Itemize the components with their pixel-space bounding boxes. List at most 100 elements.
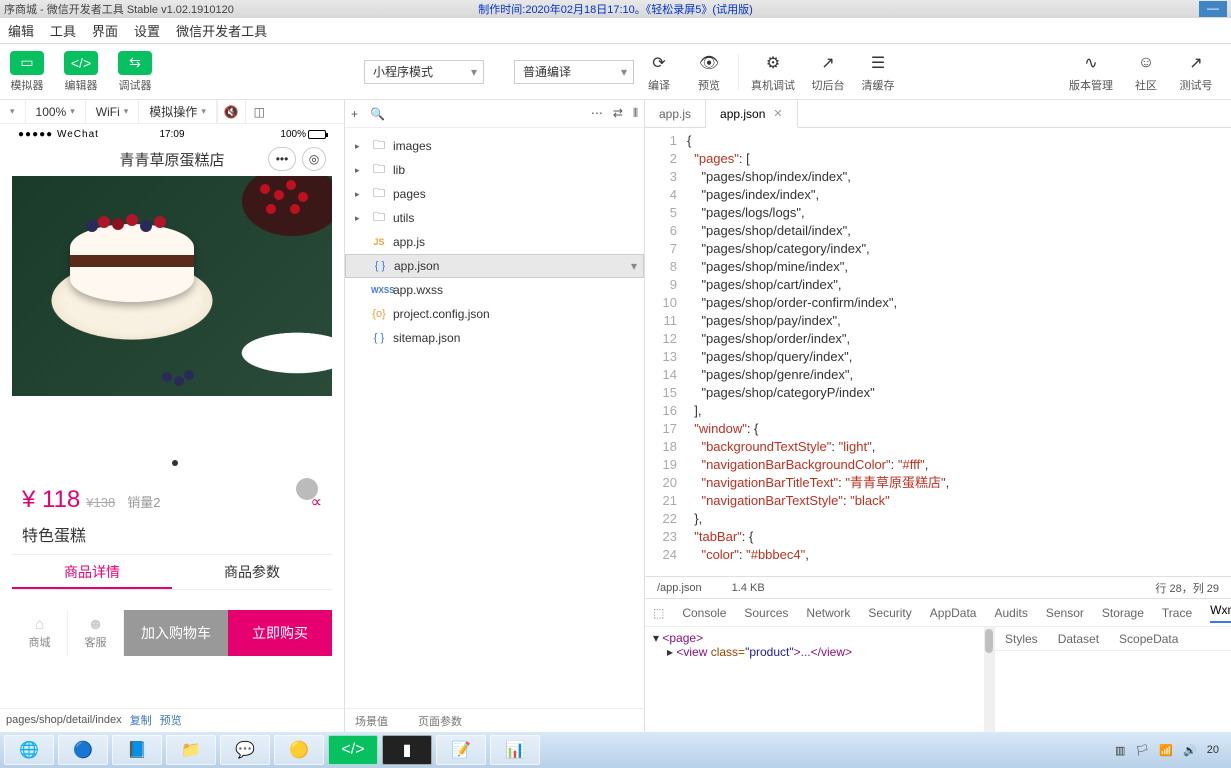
page-params-label[interactable]: 页面参数: [418, 713, 462, 729]
sim-path: pages/shop/detail/index: [6, 714, 122, 726]
editor-pane: app.js app.json✕ 12345678910111213141516…: [645, 100, 1231, 732]
folder-utils[interactable]: ▸🗀utils: [345, 206, 644, 230]
settings-icon[interactable]: ⇄: [613, 106, 623, 121]
clear-cache-button[interactable]: ☰: [861, 51, 895, 75]
price-original: ¥138: [86, 495, 115, 510]
tab-params[interactable]: 商品参数: [172, 555, 332, 589]
remote-debug-button[interactable]: ⚙: [756, 51, 790, 75]
compile-select[interactable]: 普通编译: [514, 60, 634, 84]
dt-tab-sources[interactable]: Sources: [744, 606, 788, 620]
scene-value-label[interactable]: 场景值: [355, 713, 388, 729]
tab-detail[interactable]: 商品详情: [12, 555, 172, 589]
community-button[interactable]: ☺: [1129, 51, 1163, 75]
dt-tab-trace[interactable]: Trace: [1162, 606, 1192, 620]
tray-volume[interactable]: 🔊: [1183, 744, 1197, 757]
debugger-toggle-button[interactable]: ⇆: [118, 51, 152, 75]
capsule-menu-button[interactable]: •••: [268, 147, 296, 171]
window-minimize-button[interactable]: —: [1199, 1, 1227, 17]
subtab-styles[interactable]: Styles: [1005, 632, 1038, 646]
battery-icon: [308, 130, 326, 139]
taskbar-devtools[interactable]: </>: [328, 735, 378, 765]
nav-title: 青青草原蛋糕店: [119, 149, 224, 170]
action-add-cart[interactable]: 加入购物车: [124, 610, 228, 656]
devtools-select-icon[interactable]: ⬚: [653, 606, 664, 620]
background-label: 切后台: [812, 77, 845, 93]
action-service[interactable]: ☻客服: [68, 610, 124, 656]
device-select[interactable]: ▾: [0, 100, 26, 123]
close-tab-icon[interactable]: ✕: [773, 107, 782, 120]
preview-button[interactable]: 👁: [692, 51, 726, 75]
taskbar-cmd[interactable]: ▮: [382, 735, 432, 765]
dt-tab-storage[interactable]: Storage: [1102, 606, 1144, 620]
dt-tab-sensor[interactable]: Sensor: [1046, 606, 1084, 620]
network-select[interactable]: WiFi▾: [86, 100, 140, 123]
taskbar-explorer[interactable]: 📁: [166, 735, 216, 765]
sim-preview-link[interactable]: 预览: [160, 712, 182, 728]
community-label: 社区: [1135, 77, 1157, 93]
taskbar-app6[interactable]: 🟡: [274, 735, 324, 765]
code-editor[interactable]: 123456789101112131415161718192021222324 …: [645, 128, 1231, 576]
detach-icon[interactable]: ◫: [245, 100, 273, 123]
price-current: ¥ 118: [22, 486, 80, 514]
tray-wifi[interactable]: 📶: [1159, 744, 1173, 757]
file-app-json[interactable]: { }app.json: [345, 254, 644, 278]
file-app-wxss[interactable]: WXSSapp.wxss: [345, 278, 644, 302]
taskbar-ide[interactable]: 📘: [112, 735, 162, 765]
mute-icon[interactable]: 🔇: [217, 100, 245, 123]
status-cursor: 行 28，列 29: [1155, 580, 1219, 596]
dt-tab-audits[interactable]: Audits: [994, 606, 1027, 620]
file-project-config[interactable]: {o}project.config.json: [345, 302, 644, 326]
capsule-close-button[interactable]: ◎: [302, 147, 326, 171]
status-time: 17:09: [159, 129, 184, 140]
testid-button[interactable]: ↗: [1179, 51, 1213, 75]
sim-copy-link[interactable]: 复制: [130, 712, 152, 728]
folder-pages[interactable]: ▸🗀pages: [345, 182, 644, 206]
tray-time[interactable]: 20: [1207, 744, 1219, 756]
sales-count: 销量2: [127, 492, 160, 511]
menu-edit[interactable]: 编辑: [8, 21, 34, 40]
subtab-dataset[interactable]: Dataset: [1058, 632, 1099, 646]
taskbar-wechat[interactable]: 💬: [220, 735, 270, 765]
collapse-icon[interactable]: ⫴: [633, 106, 638, 121]
tray-icon[interactable]: ▥: [1115, 744, 1125, 757]
tray-flag[interactable]: 🏳: [1135, 744, 1149, 757]
editor-tab-app-json[interactable]: app.json✕: [706, 100, 798, 128]
compile-button[interactable]: ⟳: [642, 51, 676, 75]
taskbar-app10[interactable]: 📊: [490, 735, 540, 765]
menu-tools[interactable]: 工具: [50, 21, 76, 40]
file-explorer-pane: + 🔍 ⋯ ⇄ ⫴ ▸🗀images ▸🗀lib ▸🗀pages ▸🗀utils…: [345, 100, 645, 732]
menu-view[interactable]: 界面: [92, 21, 118, 40]
folder-lib[interactable]: ▸🗀lib: [345, 158, 644, 182]
file-app-js[interactable]: JSapp.js: [345, 230, 644, 254]
file-sitemap-json[interactable]: { }sitemap.json: [345, 326, 644, 350]
dt-tab-wxml[interactable]: Wxml: [1210, 603, 1231, 623]
menu-wechat-devtools[interactable]: 微信开发者工具: [176, 21, 267, 40]
editor-toggle-button[interactable]: </>: [64, 51, 98, 75]
status-battery-pct: 100%: [280, 129, 306, 140]
action-buy-now[interactable]: 立即购买: [228, 610, 332, 656]
product-image[interactable]: [12, 176, 332, 396]
product-name: 特色蛋糕: [12, 518, 332, 554]
action-mall[interactable]: ⌂商城: [12, 610, 68, 656]
windows-taskbar: 🌐 🔵 📘 📁 💬 🟡 </> ▮ 📝 📊 ▥ 🏳 📶 🔊 20: [0, 732, 1231, 768]
taskbar-chrome[interactable]: 🌐: [4, 735, 54, 765]
dt-tab-console[interactable]: Console: [682, 606, 726, 620]
simulate-action-select[interactable]: 模拟操作▾: [139, 100, 217, 123]
search-icon[interactable]: 🔍: [370, 107, 385, 121]
taskbar-app2[interactable]: 🔵: [58, 735, 108, 765]
dt-tab-security[interactable]: Security: [868, 606, 911, 620]
version-button[interactable]: ∿: [1074, 51, 1108, 75]
more-icon[interactable]: ⋯: [591, 106, 603, 121]
menu-settings[interactable]: 设置: [134, 21, 160, 40]
editor-tab-app-js[interactable]: app.js: [645, 100, 706, 127]
subtab-scopedata[interactable]: ScopeData: [1119, 632, 1178, 646]
background-button[interactable]: ↗: [811, 51, 845, 75]
simulator-toggle-button[interactable]: ▭: [10, 51, 44, 75]
taskbar-app9[interactable]: 📝: [436, 735, 486, 765]
folder-images[interactable]: ▸🗀images: [345, 134, 644, 158]
dt-tab-network[interactable]: Network: [806, 606, 850, 620]
dt-tab-appdata[interactable]: AppData: [930, 606, 977, 620]
mode-select[interactable]: 小程序模式: [364, 60, 484, 84]
new-file-icon[interactable]: +: [351, 107, 358, 121]
zoom-select[interactable]: 100%▾: [26, 100, 86, 123]
